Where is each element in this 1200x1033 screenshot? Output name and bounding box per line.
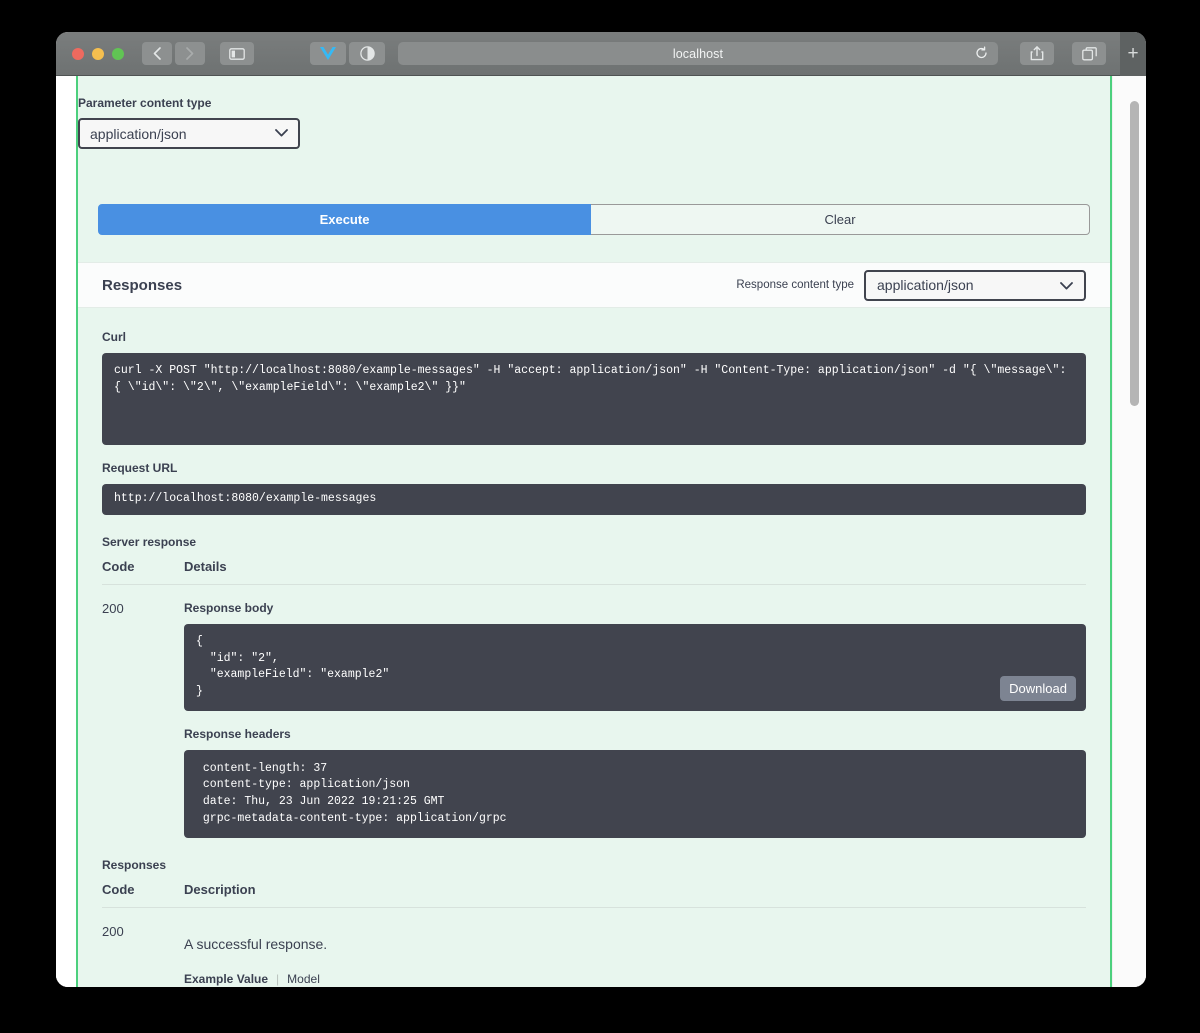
response-content-type-group: Response content type application/json	[736, 269, 1086, 301]
execute-clear-row: Execute Clear	[98, 204, 1090, 235]
request-url-label: Request URL	[102, 461, 178, 475]
chevron-right-icon	[186, 47, 194, 60]
curl-command-block[interactable]: curl -X POST "http://localhost:8080/exam…	[102, 353, 1086, 445]
sidebar-icon	[229, 47, 245, 60]
sidebar-toggle-button[interactable]	[220, 42, 254, 65]
browser-titlebar: localhost +	[56, 32, 1146, 76]
response-content-type-label: Response content type	[736, 279, 854, 291]
responses-spec-row: 200 A successful response. Example Value…	[102, 908, 1086, 987]
tab-separator: |	[276, 972, 280, 987]
example-model-tabs: Example Value | Model	[184, 972, 1086, 986]
chevron-down-glyph	[1060, 282, 1073, 290]
parameter-content-type-label: Parameter content type	[78, 96, 212, 110]
browser-window: localhost + Parameter content type appli…	[56, 32, 1146, 987]
desktop-background: localhost + Parameter content type appli…	[0, 0, 1200, 1033]
new-tab-button[interactable]: +	[1120, 32, 1146, 76]
responses-spec-table-head: Code Description	[102, 882, 1086, 909]
response-content-type-select[interactable]: application/json	[864, 269, 1086, 301]
execute-button[interactable]: Execute	[98, 204, 591, 235]
page-scrollbar-thumb[interactable]	[1130, 101, 1139, 406]
window-traffic-lights	[72, 47, 124, 60]
reload-arrow-icon	[976, 45, 987, 58]
chevron-down-icon	[275, 128, 288, 140]
column-header-details: Details	[184, 559, 227, 574]
responses-spec-heading: Responses	[102, 858, 167, 873]
titlebar-right-controls: +	[1008, 32, 1146, 76]
chevron-down-icon	[1060, 277, 1073, 293]
minimize-window-icon[interactable]	[92, 47, 104, 60]
contrast-circle-icon	[359, 46, 375, 61]
download-button[interactable]: Download	[1000, 675, 1076, 701]
tab-model[interactable]: Model	[287, 972, 320, 986]
server-response-code: 200	[102, 601, 124, 616]
back-button[interactable]	[142, 42, 172, 65]
address-bar-text: localhost	[672, 46, 724, 61]
parameter-content-type-select[interactable]: application/json	[78, 118, 300, 149]
curl-label: Curl	[102, 330, 126, 344]
extension-vue-button[interactable]	[310, 42, 346, 65]
parameter-content-type-section: Parameter content type application/json	[78, 76, 1110, 149]
responses-content-area: Curl curl -X POST "http://localhost:8080…	[78, 308, 1110, 987]
request-url-block: http://localhost:8080/example-messages	[102, 484, 1086, 515]
responses-spec-description-cell: A successful response. Example Value | M…	[184, 924, 1086, 987]
column-header-code: Code	[102, 559, 135, 574]
tab-overview-icon	[1081, 46, 1097, 60]
zoom-window-icon[interactable]	[112, 47, 124, 60]
response-body-label: Response body	[184, 601, 274, 615]
clear-button[interactable]: Clear	[591, 204, 1090, 235]
reader-contrast-button[interactable]	[349, 42, 385, 65]
swagger-ui-operation-body: Parameter content type application/json …	[76, 76, 1112, 987]
responses-heading: Responses	[102, 276, 183, 294]
server-response-details: Response body { "id": "2", "exampleField…	[184, 601, 1086, 839]
address-bar[interactable]: localhost	[398, 42, 998, 65]
response-body-block: { "id": "2", "exampleField": "example2" …	[184, 624, 1086, 711]
response-headers-block: content-length: 37 content-type: applica…	[184, 749, 1086, 839]
responses-spec-description: A successful response.	[184, 936, 328, 953]
parameter-content-type-value: application/json	[90, 125, 187, 142]
chevron-left-icon	[153, 47, 161, 60]
column-header-code: Code	[102, 882, 135, 898]
responses-header-band: Responses Response content type applicat…	[78, 262, 1110, 308]
responses-spec-code: 200	[102, 924, 124, 940]
server-response-table-head: Code Details	[102, 559, 1086, 585]
chevron-down-glyph	[275, 128, 288, 136]
page-left-gutter	[56, 76, 76, 987]
share-icon	[1030, 46, 1044, 61]
show-tabs-button[interactable]	[1072, 42, 1106, 65]
share-button[interactable]	[1020, 42, 1054, 65]
response-headers-label: Response headers	[184, 726, 291, 741]
forward-button[interactable]	[175, 42, 205, 65]
vue-logo-icon	[320, 47, 336, 60]
page-scrollbar-track[interactable]	[1112, 76, 1146, 987]
response-body-text: { "id": "2", "exampleField": "example2" …	[196, 635, 390, 699]
close-window-icon[interactable]	[72, 47, 84, 60]
column-header-description: Description	[184, 882, 256, 898]
response-content-type-value: application/json	[877, 277, 974, 293]
reload-icon[interactable]	[975, 45, 988, 61]
tab-example-value[interactable]: Example Value	[184, 972, 268, 986]
server-response-label: Server response	[102, 535, 197, 549]
responses-spec-section: Responses Code Description 200 A success…	[102, 858, 1086, 987]
page-viewport: Parameter content type application/json …	[56, 76, 1146, 987]
server-response-row: 200 Response body { "id": "2", "exampleF…	[102, 585, 1086, 839]
